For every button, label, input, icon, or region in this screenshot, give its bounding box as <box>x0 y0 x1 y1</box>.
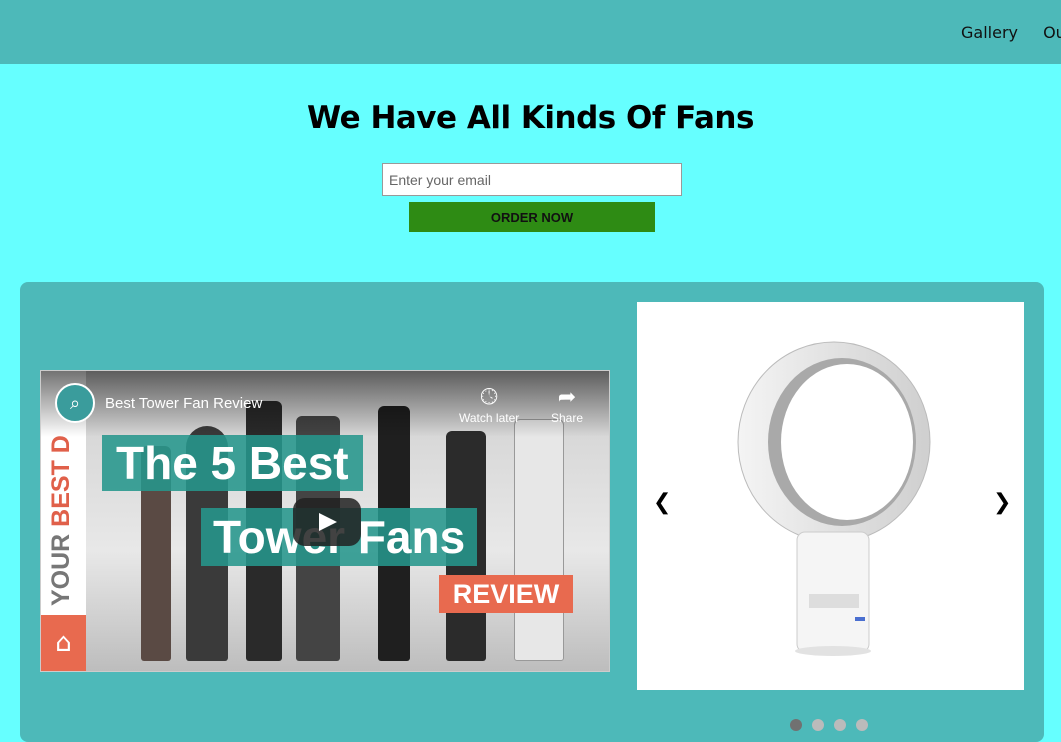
nav-link-gallery[interactable]: Gallery <box>961 23 1018 42</box>
channel-prefix: YOUR <box>47 526 75 606</box>
share-icon: ➦ <box>557 384 577 409</box>
channel-strip-text: YOUR BEST D <box>47 435 76 606</box>
slider-prev-button[interactable]: ❮ <box>653 490 671 515</box>
play-button[interactable] <box>293 498 361 546</box>
page-title: We Have All Kinds Of Fans <box>307 100 754 136</box>
email-input[interactable] <box>382 163 682 196</box>
channel-logo-icon[interactable]: ⌕ <box>55 383 95 423</box>
order-now-button[interactable]: ORDER NOW <box>409 202 655 232</box>
main-nav: Gallery Our <box>961 23 1061 42</box>
video-title[interactable]: Best Tower Fan Review <box>105 395 262 412</box>
bladeless-fan-image <box>737 341 931 656</box>
top-navbar: Gallery Our <box>0 0 1061 64</box>
nav-link-our[interactable]: Our <box>1043 23 1061 42</box>
slider-next-button[interactable]: ❯ <box>993 490 1011 515</box>
share-button[interactable]: ➦ Share <box>551 383 583 425</box>
clock-icon: 🕓︎ <box>480 384 498 409</box>
slider-dots <box>790 716 873 735</box>
embedded-video[interactable]: YOUR BEST D ⌂ The 5 Best Tower Fans REVI… <box>40 370 610 672</box>
watch-later-button[interactable]: 🕓︎ Watch later <box>459 383 519 425</box>
watch-later-label: Watch later <box>459 411 520 425</box>
fan-image <box>514 419 564 661</box>
thumbnail-headline-1: The 5 Best <box>102 435 363 491</box>
thumbnail-review-badge: REVIEW <box>439 575 573 613</box>
image-slider: ❮ ❯ <box>637 302 1024 690</box>
home-icon: ⌂ <box>41 615 86 671</box>
channel-brand: BEST D <box>47 435 75 527</box>
share-label: Share <box>551 411 584 425</box>
